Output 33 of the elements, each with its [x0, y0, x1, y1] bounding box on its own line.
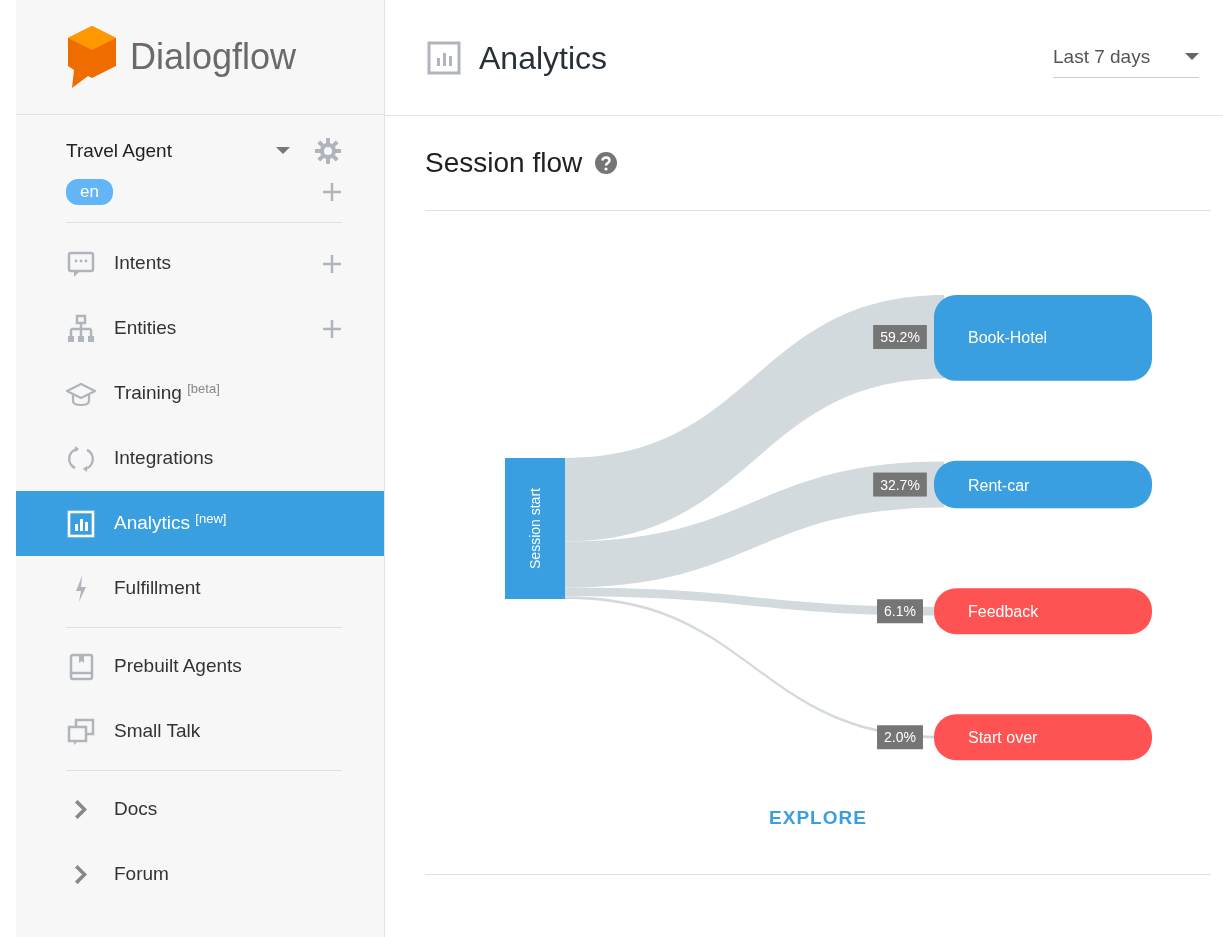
nav-item[interactable]: Fulfillment — [16, 556, 384, 621]
nav-item[interactable]: Training $^{[beta]}$ — [16, 361, 384, 426]
period-dropdown[interactable]: Last 7 days — [1053, 42, 1199, 79]
nav-link[interactable]: Forum — [16, 842, 384, 907]
hierarchy-icon — [66, 313, 96, 344]
chevron-icon — [75, 865, 87, 884]
nav-item[interactable]: Prebuilt Agents — [16, 634, 384, 699]
agent-name[interactable]: Travel Agent — [66, 136, 172, 166]
nav-item[interactable]: Integrations — [16, 426, 384, 491]
analytics-icon — [427, 40, 461, 75]
add-icon[interactable] — [322, 318, 342, 339]
logo-text: Dialogflow — [130, 35, 297, 79]
help-icon[interactable] — [594, 151, 619, 175]
page-title: Analytics — [479, 38, 609, 78]
percentage-label: 32.7% — [873, 472, 927, 497]
caret-icon[interactable] — [276, 147, 290, 155]
percentage-label: 6.1% — [877, 599, 923, 624]
nav-link[interactable]: Docs — [16, 777, 384, 842]
nav-item[interactable]: Small Talk — [16, 699, 384, 764]
analytics-icon — [66, 508, 96, 539]
nav-item[interactable]: Entities — [16, 296, 384, 361]
percentage-label: 59.2% — [873, 325, 927, 349]
caret-icon[interactable] — [1185, 53, 1199, 61]
settings-icon[interactable] — [314, 137, 342, 165]
percentage-label: 2.0% — [877, 725, 923, 750]
add-icon[interactable] — [322, 253, 342, 274]
refresh-icon — [66, 443, 96, 474]
nav-item[interactable]: Intents — [16, 231, 384, 296]
add-icon[interactable] — [322, 181, 342, 202]
chevron-icon — [75, 800, 87, 819]
chat-windows-icon — [66, 716, 96, 747]
section-title: Session flow — [425, 146, 583, 180]
logo-icon — [66, 24, 118, 90]
